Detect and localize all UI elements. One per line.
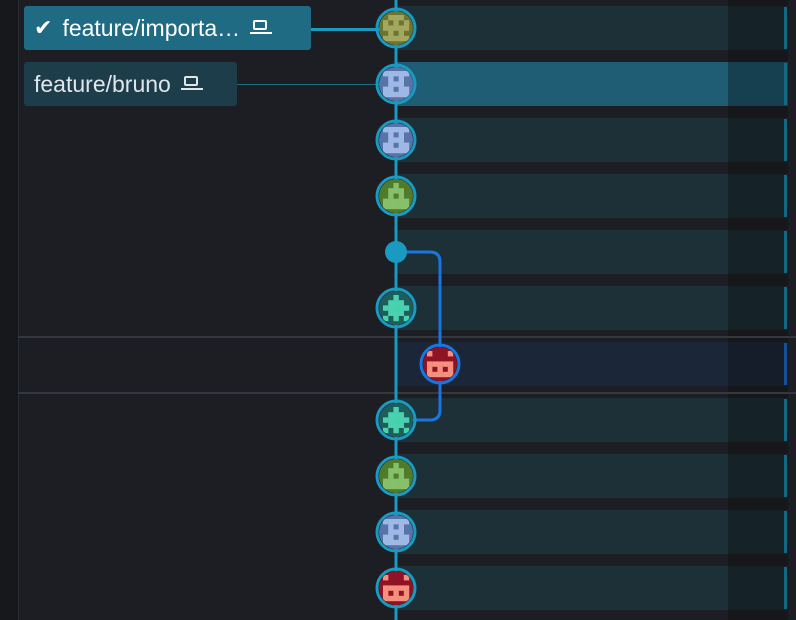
- commit-avatar-icon[interactable]: [375, 175, 417, 217]
- commit-graph-lanes: [375, 0, 461, 620]
- commit-avatar-icon[interactable]: [375, 567, 417, 609]
- merge-commit-dot: [385, 241, 407, 263]
- commit-avatar-icon[interactable]: [375, 119, 417, 161]
- commit-avatar-icon[interactable]: [375, 63, 417, 105]
- commit-avatar-icon[interactable]: [419, 343, 461, 385]
- commit-graph-panel: ✔ feature/importa… feature/bruno: [0, 0, 796, 620]
- commit-avatar-icon[interactable]: [375, 511, 417, 553]
- feature-lane-line: [396, 250, 442, 422]
- commit-avatar-icon[interactable]: [375, 399, 417, 441]
- commit-avatar-icon[interactable]: [375, 455, 417, 497]
- commit-avatar-icon[interactable]: [375, 7, 417, 49]
- commit-avatar-icon[interactable]: [375, 287, 417, 329]
